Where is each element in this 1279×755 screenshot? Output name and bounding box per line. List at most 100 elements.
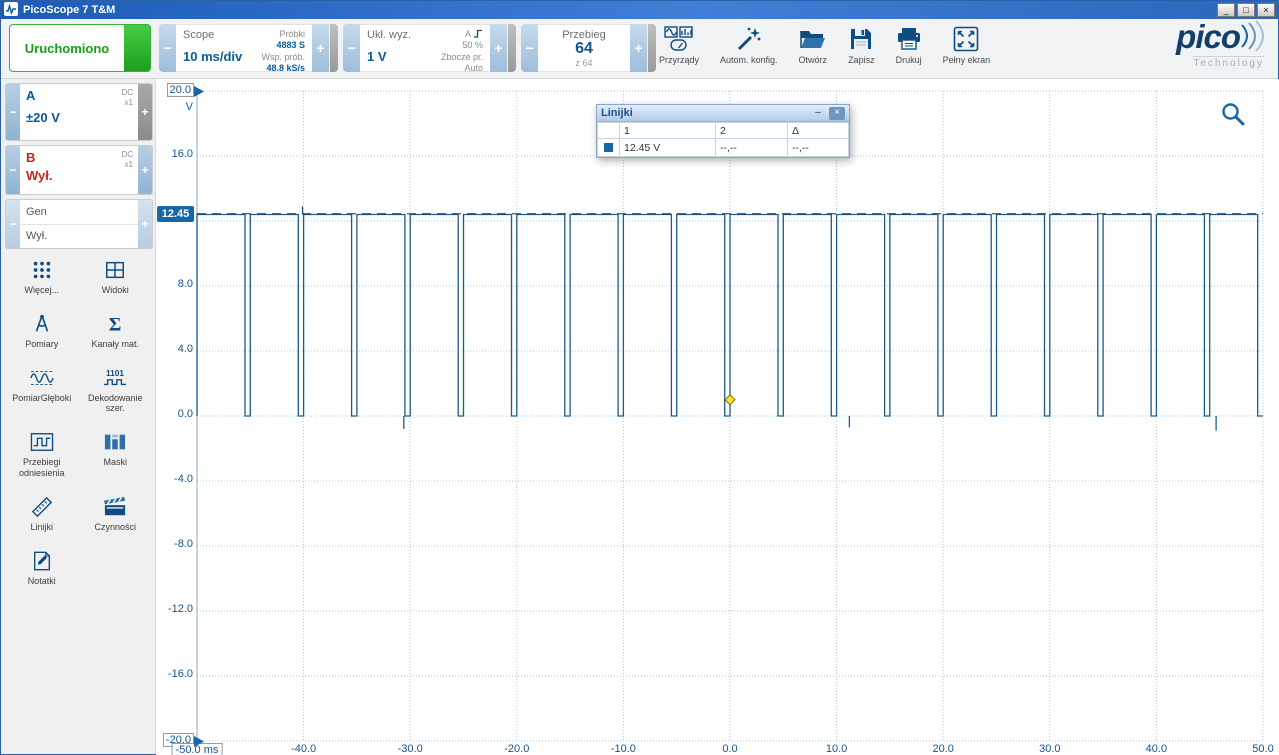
ruler-icon <box>31 494 53 520</box>
window-title: PicoScope 7 T&M <box>23 4 116 16</box>
channel-b-settings[interactable]: B DC x1 Wył. <box>20 146 138 194</box>
axis-marker-bottom-icon[interactable] <box>193 735 205 751</box>
waveform-current[interactable]: 64 <box>575 40 593 58</box>
auto-setup-button[interactable]: Autom. konfig. <box>717 23 781 67</box>
waveform-next-button[interactable]: + <box>630 24 647 72</box>
fullscreen-label: Pełny ekran <box>942 55 991 65</box>
sidebar-item-deep-measure[interactable]: PomiarGłęboki <box>6 365 78 415</box>
waveform-panel-handle[interactable] <box>648 24 656 72</box>
run-stop-button[interactable]: Uruchomiono <box>9 24 151 72</box>
y-axis-unit: V <box>185 101 193 113</box>
ruler2-value[interactable]: --,-- <box>715 138 788 157</box>
generator-panel[interactable]: − Gen Wył. + <box>5 199 153 249</box>
y-tick-label[interactable]: 20.0 <box>166 83 194 97</box>
channel-a-range-decrease-button[interactable]: − <box>6 84 20 140</box>
axis-marker-top-icon[interactable] <box>193 85 205 101</box>
restore-button[interactable]: □ <box>1237 3 1255 17</box>
x-tick-label: -20.0 <box>504 743 530 755</box>
channel-b-range-increase-button[interactable]: + <box>138 146 152 194</box>
sidebar-item-math-channels[interactable]: Σ Kanały mat. <box>79 311 151 350</box>
trigger-level-decrease-button[interactable]: − <box>343 24 360 72</box>
trigger-threshold: 50 % <box>462 40 483 51</box>
scope-panel-handle[interactable] <box>330 24 338 72</box>
rulers-window-titlebar[interactable]: Linijki – × <box>597 105 849 122</box>
channel-a-range-increase-button[interactable]: + <box>138 84 152 140</box>
waveform-nav-content[interactable]: Przebieg 64 z 64 <box>538 24 630 72</box>
save-button[interactable]: Zapisz <box>845 23 878 67</box>
channel-a-settings[interactable]: A DC x1 ±20 V <box>20 84 138 140</box>
waveform-plot[interactable] <box>156 79 1279 755</box>
timebase-decrease-button[interactable]: − <box>159 24 176 72</box>
waveform-previous-button[interactable]: − <box>521 24 538 72</box>
sidebar-item-actions[interactable]: Czynności <box>79 494 151 533</box>
trigger-settings-panel: − Ukł. wyz. 1 V A 50 % Zbocze pr. Auto + <box>343 24 516 73</box>
rulers-table: 1 2 Δ 12.45 V --,-- --,-- <box>597 122 849 157</box>
scope-settings-panel: − Scope 10 ms/div Próbki 4883 S Wsp. pró… <box>159 24 338 73</box>
timebase-increase-button[interactable]: + <box>312 24 329 72</box>
brand-tagline: Technology <box>1193 56 1264 69</box>
y-tick-label: -16.0 <box>167 668 193 680</box>
sidebar-tools: Więcej... Widoki Pomiary Σ Kanały mat. P… <box>1 257 156 586</box>
sidebar-item-serial-decoding[interactable]: 1101 Dekodowanie szer. <box>79 365 151 415</box>
brand-swoosh-icon <box>1240 20 1264 55</box>
more-dots-icon <box>31 257 53 283</box>
y-tick-label: -12.0 <box>167 603 193 615</box>
fullscreen-button[interactable]: Pełny ekran <box>940 23 994 67</box>
open-button[interactable]: Otwórz <box>796 23 831 67</box>
sidebar-item-rulers[interactable]: Linijki <box>6 494 78 533</box>
channel-a-name: A <box>26 88 36 103</box>
sidebar-item-masks[interactable]: Maski <box>79 429 151 479</box>
sample-rate-value: 48.8 kS/s <box>266 62 305 73</box>
trigger-level-increase-button[interactable]: + <box>490 24 507 72</box>
trigger-settings-content[interactable]: Ukł. wyz. 1 V A 50 % Zbocze pr. Auto <box>360 24 490 73</box>
scope-panel-title: Scope <box>183 29 215 41</box>
trigger-panel-handle[interactable] <box>508 24 516 72</box>
rulers-col-2: 2 <box>715 122 788 139</box>
rulers-minimize-button[interactable]: – <box>810 107 826 120</box>
measurements-icon <box>31 311 53 337</box>
open-folder-icon <box>799 25 827 52</box>
generator-increase-button[interactable]: + <box>138 200 152 248</box>
sidebar-item-views[interactable]: Widoki <box>79 257 151 296</box>
print-icon <box>896 25 922 52</box>
trigger-marker[interactable] <box>724 394 736 406</box>
svg-text:1101: 1101 <box>106 369 124 378</box>
channel-b-range-decrease-button[interactable]: − <box>6 146 20 194</box>
serial-decoding-icon: 1101 <box>102 365 128 391</box>
sidebar-item-more[interactable]: Więcej... <box>6 257 78 296</box>
x-tick-label: -40.0 <box>291 743 317 755</box>
save-icon <box>849 25 873 52</box>
sidebar-item-reference-waveforms[interactable]: Przebiegi odniesienia <box>6 429 78 479</box>
rulers-col-1: 1 <box>619 122 716 139</box>
channel-b-panel[interactable]: − B DC x1 Wył. + <box>5 145 153 195</box>
close-button[interactable]: × <box>1257 3 1275 17</box>
masks-icon <box>102 429 128 455</box>
y-tick-label: 0.0 <box>177 408 193 420</box>
generator-settings[interactable]: Gen Wył. <box>20 200 138 248</box>
sidebar-item-measurements[interactable]: Pomiary <box>6 311 78 350</box>
trigger-edge-label: Zbocze pr. <box>440 51 483 62</box>
scope-view[interactable]: 20.016.012.08.04.00.0-4.0-8.0-12.0-16.0-… <box>156 79 1279 755</box>
ruler-value-tag[interactable]: 12.45 <box>157 205 194 222</box>
ruler1-value[interactable]: 12.45 V <box>619 138 716 157</box>
views-icon <box>104 257 126 283</box>
instruments-button[interactable]: Przyrządy <box>656 23 702 67</box>
x-tick-label: 20.0 <box>932 743 954 755</box>
zoom-overview-icon[interactable] <box>1220 101 1246 130</box>
trigger-level-value[interactable]: 1 V <box>367 49 411 64</box>
waveform-total: z 64 <box>575 57 593 68</box>
run-status-label: Uruchomiono <box>24 40 110 56</box>
print-button[interactable]: Drukuj <box>893 23 925 67</box>
channel-b-probe: x1 <box>124 160 133 170</box>
sidebar-item-notes[interactable]: Notatki <box>6 548 78 587</box>
timebase-value[interactable]: 10 ms/div <box>183 49 242 64</box>
rulers-window-title: Linijki <box>601 107 633 119</box>
scope-settings-content[interactable]: Scope 10 ms/div Próbki 4883 S Wsp. prób.… <box>176 24 312 73</box>
sigma-icon: Σ <box>104 311 126 337</box>
generator-decrease-button[interactable]: − <box>6 200 20 248</box>
auto-setup-label: Autom. konfig. <box>720 55 778 65</box>
trigger-panel-title: Ukł. wyz. <box>367 29 411 41</box>
rulers-close-button[interactable]: × <box>829 106 845 120</box>
minimize-button[interactable]: _ <box>1217 3 1235 17</box>
channel-a-panel[interactable]: − A DC x1 ±20 V + <box>5 83 153 141</box>
